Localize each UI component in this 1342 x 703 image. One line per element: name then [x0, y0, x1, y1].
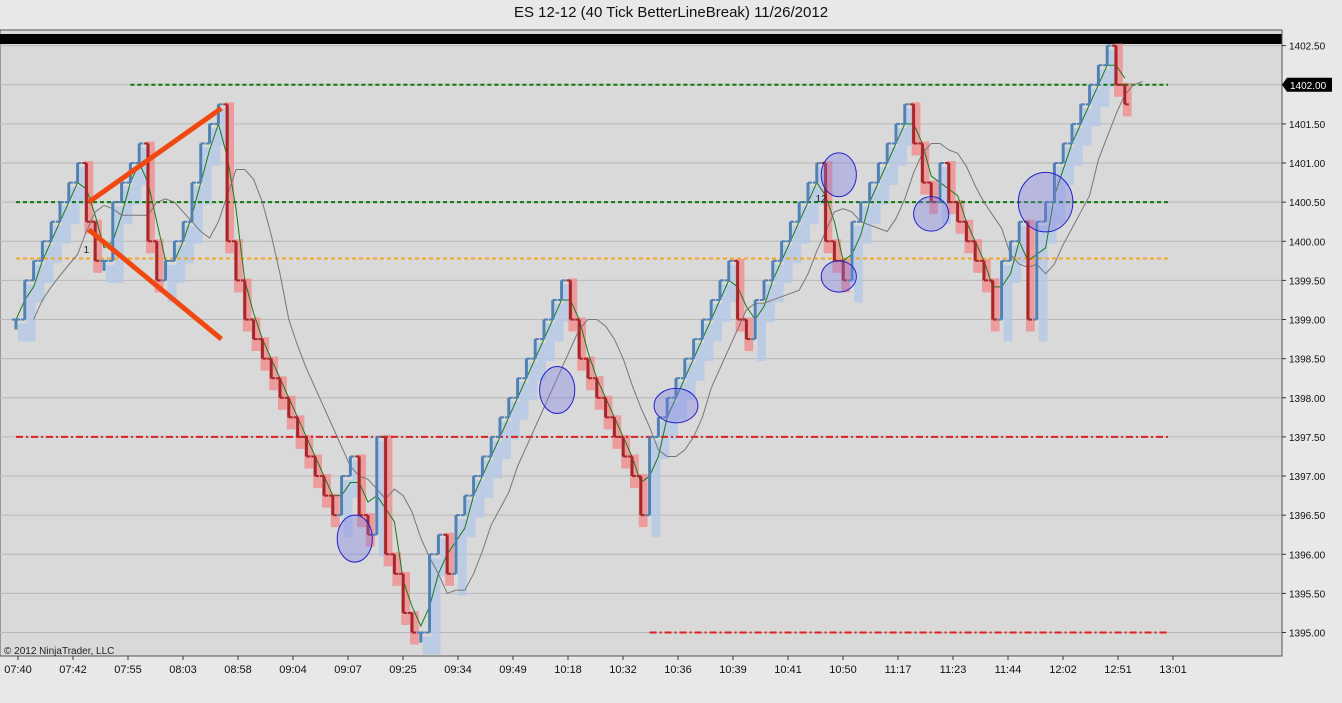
copyright-label: © 2012 NinjaTrader, LLC [4, 646, 114, 657]
y-tick-label: 1401.50 [1289, 120, 1326, 131]
highlight-circle [820, 152, 857, 198]
x-tick-label: 07:42 [59, 664, 87, 676]
up-band-block [722, 284, 731, 322]
up-band-block [898, 127, 907, 166]
up-band-block [713, 303, 722, 342]
x-tick-label: 11:44 [995, 664, 1022, 676]
up-band-block [62, 206, 71, 244]
up-band-block [1074, 127, 1083, 166]
up-band-block [422, 636, 432, 655]
up-band-block [889, 147, 898, 186]
up-band-block [484, 460, 494, 499]
up-band-block [44, 245, 54, 283]
x-tick-label: 13:01 [1159, 664, 1187, 676]
y-tick-label: 1395.00 [1289, 629, 1326, 640]
up-band-block [1091, 88, 1101, 127]
up-band-block [871, 186, 881, 225]
y-tick-label: 1396.50 [1289, 511, 1326, 522]
x-tick-label: 10:32 [609, 664, 637, 676]
x-tick-label: 09:25 [389, 664, 417, 676]
up-band-block [26, 284, 36, 342]
x-tick-label: 07:40 [4, 664, 32, 676]
highlight-circle [336, 514, 373, 563]
up-band-block [554, 303, 564, 342]
x-tick-label: 09:34 [444, 664, 472, 676]
highlight-circle [820, 260, 857, 293]
y-axis: 1402.50 1402.00 1401.50 1401.00 1400.50 1400.… [1281, 30, 1332, 656]
up-band-block [528, 362, 538, 401]
up-band-block [114, 206, 124, 283]
up-band-block [519, 382, 529, 420]
up-band-block [458, 519, 467, 596]
y-tick-label: 1397.00 [1289, 472, 1326, 483]
up-band-block [70, 186, 80, 225]
up-band-block [1003, 264, 1013, 342]
up-band-block [783, 245, 793, 283]
x-tick-label: 10:50 [829, 664, 857, 676]
y-tick-label: 1399.50 [1289, 276, 1326, 287]
y-tick-label: 1401.00 [1289, 159, 1326, 170]
up-band-block [880, 167, 890, 205]
highlight-circle [539, 365, 576, 414]
x-tick-label: 09:49 [499, 664, 527, 676]
up-band-block [801, 206, 810, 244]
up-band-block [1065, 147, 1074, 186]
y-tick-label: 1395.50 [1289, 589, 1326, 600]
y-tick-label: 1399.00 [1289, 316, 1326, 327]
up-band-block [202, 147, 212, 205]
up-band-block [854, 225, 863, 303]
y-tick-label: 1398.00 [1289, 394, 1326, 405]
up-band-block [757, 303, 766, 362]
annotation-text: 12 [816, 194, 828, 205]
y-tick-label: 1397.50 [1289, 433, 1326, 444]
y-tick-label: 1398.50 [1289, 355, 1326, 366]
annotation-text: 1 [84, 245, 90, 256]
window-title: ES 12-12 (40 Tick BetterLineBreak) 11/26… [513, 4, 829, 21]
x-tick-label: 12:51 [1104, 664, 1132, 676]
y-tick-label: 1400.00 [1289, 237, 1326, 248]
x-tick-label: 11:17 [885, 664, 912, 676]
y-tick-label: 1402.50 [1289, 42, 1326, 53]
x-tick-label: 07:55 [114, 664, 142, 676]
x-tick-label: 10:41 [774, 664, 802, 676]
up-band-block [35, 264, 45, 303]
price-chart[interactable]: 112 1402.501402.001401.501401.001400.501… [0, 26, 1342, 703]
last-price-label: 1402.00 [1290, 81, 1327, 92]
up-band-block [194, 186, 203, 244]
x-tick-label: 08:58 [224, 664, 252, 676]
y-tick-label: 1396.00 [1289, 550, 1326, 561]
up-band-block [502, 421, 511, 459]
up-band-block [106, 264, 115, 283]
highlight-circle [653, 387, 699, 424]
x-axis: 07:40 07:42 07:55 08:03 08:58 09:04 09:07 09:25… [4, 656, 1187, 676]
up-band-block [766, 284, 775, 322]
x-tick-label: 09:04 [279, 664, 307, 676]
up-band-block [704, 323, 714, 362]
highlight-circle [913, 196, 950, 232]
up-band-block [176, 245, 186, 283]
x-tick-label: 10:39 [719, 664, 747, 676]
up-band-block [810, 186, 819, 225]
up-band-block [1082, 108, 1092, 146]
indicator-strip [0, 34, 1282, 44]
x-tick-label: 12:02 [1049, 664, 1077, 676]
x-tick-label: 08:03 [169, 664, 197, 676]
up-band-block [510, 401, 520, 440]
x-tick-label: 10:36 [664, 664, 692, 676]
x-tick-label: 10:18 [554, 664, 582, 676]
y-tick-label: 1400.50 [1289, 198, 1326, 209]
up-band-block [18, 323, 27, 342]
chart-window: ES 12-12 (40 Tick BetterLineBreak) 11/26… [0, 0, 1342, 703]
x-tick-label: 11:23 [940, 664, 967, 676]
up-band-block [493, 440, 502, 479]
up-band-block [1100, 69, 1110, 107]
x-tick-label: 09:07 [334, 664, 362, 676]
highlight-circle [1017, 171, 1074, 233]
up-band-block [211, 127, 221, 166]
up-band-block [695, 343, 705, 381]
up-band-block [546, 323, 555, 362]
up-band-block [475, 480, 485, 518]
